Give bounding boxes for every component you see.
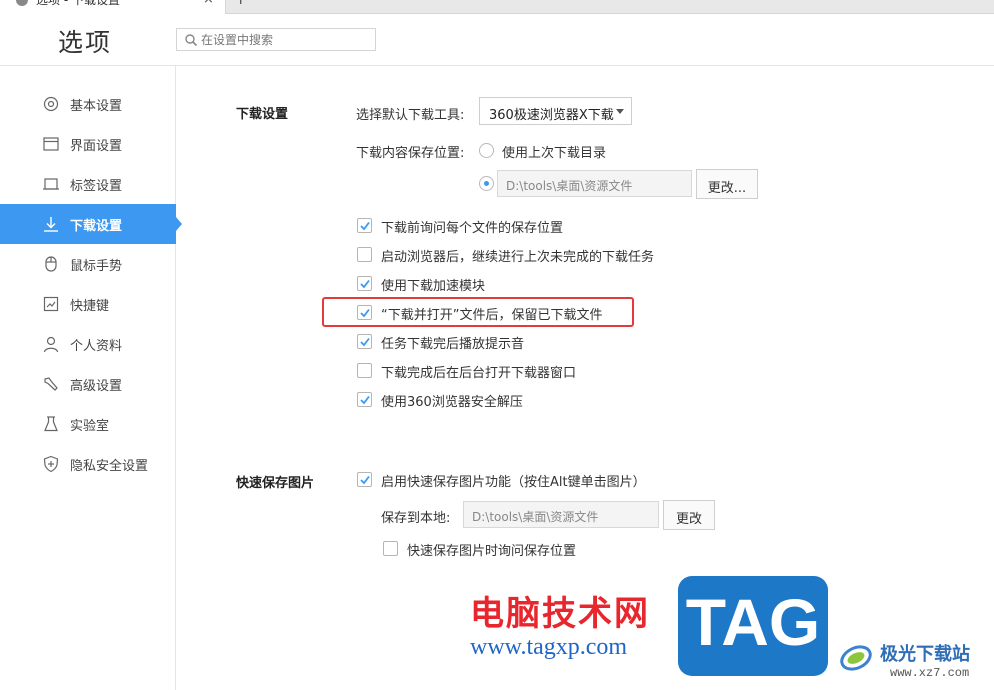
radio-last-dir[interactable] <box>479 143 494 158</box>
sidebar-item-label: 个人资料 <box>70 339 123 354</box>
checkbox-label: 任务下载完后播放提示音 <box>381 337 525 352</box>
quicksave-path-field[interactable]: D:\tools\桌面\资源文件 <box>463 501 659 528</box>
download-tool-select[interactable]: 360极速浏览器X下载 <box>479 97 632 125</box>
watermark-site-url: www.xz7.com <box>890 666 970 680</box>
checkbox-label: 使用下载加速模块 <box>381 279 486 294</box>
checkbox-label: 下载完成后在后台打开下载器窗口 <box>381 366 577 381</box>
quicksave-section-title: 快速保存图片 <box>236 476 315 491</box>
check-icon <box>360 475 370 485</box>
checkbox[interactable] <box>383 541 398 556</box>
highlight-box <box>322 297 634 327</box>
aurora-logo-icon <box>840 645 872 671</box>
watermark-site: 极光下载站 <box>880 644 970 665</box>
sidebar-item-download[interactable]: 下载设置 <box>0 204 182 244</box>
checkbox-label: 启用快速保存图片功能（按住Alt键单击图片） <box>381 475 646 490</box>
checkbox[interactable] <box>357 276 372 291</box>
change-path-button[interactable]: 更改... <box>696 169 758 199</box>
change-path-button-label: 更改... <box>707 181 747 196</box>
page-title: 选项 <box>58 28 113 57</box>
download-path-field[interactable]: D:\tools\桌面\资源文件 <box>497 170 692 197</box>
tab-icon <box>43 178 59 190</box>
sidebar-item-label: 标签设置 <box>70 179 123 194</box>
search-icon <box>185 34 198 47</box>
window-icon <box>43 137 59 151</box>
tab-title: 选项 - 下载设置 <box>36 0 120 7</box>
close-icon[interactable]: × <box>203 0 214 8</box>
checkbox-label: 快速保存图片时询问保存位置 <box>407 544 577 559</box>
quicksave-change-button[interactable]: 更改 <box>663 500 715 530</box>
sidebar-item-label: 隐私安全设置 <box>70 459 149 474</box>
sidebar-item-shortcuts[interactable]: 快捷键 <box>0 284 176 324</box>
header: 选项 <box>0 15 994 66</box>
wrench-icon <box>44 377 58 391</box>
sidebar-item-label: 鼠标手势 <box>70 259 123 274</box>
check-icon <box>360 221 370 231</box>
sidebar-item-mouse[interactable]: 鼠标手势 <box>0 244 176 284</box>
radio-last-dir-label: 使用上次下载目录 <box>502 146 607 161</box>
new-tab-button[interactable]: + <box>234 0 247 7</box>
checkbox[interactable] <box>357 218 372 233</box>
sidebar-item-label: 界面设置 <box>70 139 123 154</box>
checkbox[interactable] <box>357 392 372 407</box>
quicksave-change-button-label: 更改 <box>675 512 702 527</box>
gear-icon <box>43 96 59 112</box>
check-icon <box>360 337 370 347</box>
download-tool-value: 360极速浏览器X下载 <box>489 108 614 123</box>
keyboard-icon <box>43 296 59 312</box>
watermark-tag-text: TAG <box>685 585 821 659</box>
sidebar-item-interface[interactable]: 界面设置 <box>0 124 176 164</box>
sidebar-item-privacy[interactable]: 隐私安全设置 <box>0 444 176 484</box>
shield-icon <box>43 455 59 473</box>
sidebar-item-lab[interactable]: 实验室 <box>0 404 176 444</box>
mouse-icon <box>45 256 57 272</box>
download-section-title: 下载设置 <box>236 107 289 122</box>
sidebar-item-label: 实验室 <box>70 419 110 434</box>
radio-custom-dir[interactable] <box>479 176 494 191</box>
sidebar-item-label: 快捷键 <box>70 299 110 314</box>
checkbox-label: 启动浏览器后，继续进行上次未完成的下载任务 <box>381 250 655 265</box>
checkbox[interactable] <box>357 247 372 262</box>
sidebar-item-tabs[interactable]: 标签设置 <box>0 164 176 204</box>
checkbox-label: 下载前询问每个文件的保存位置 <box>381 221 564 236</box>
watermark-url: www.tagxp.com <box>470 634 628 660</box>
sidebar: 基本设置 界面设置 标签设置 下载设置 鼠标手势 快捷键 个人资料 高级设置 实… <box>0 66 182 690</box>
sidebar-item-label: 高级设置 <box>70 379 123 394</box>
sidebar-item-label: 下载设置 <box>70 219 123 234</box>
check-icon <box>360 395 370 405</box>
tab-strip: 选项 - 下载设置 × + <box>0 0 994 14</box>
watermark-text: 电脑技术网 <box>470 594 650 634</box>
checkbox[interactable] <box>357 363 372 378</box>
watermark-tag-logo: TAG <box>678 576 828 676</box>
check-icon <box>360 279 370 289</box>
checkbox[interactable] <box>357 472 372 487</box>
gear-icon <box>16 0 28 6</box>
search-input[interactable] <box>201 30 371 49</box>
download-icon <box>44 217 58 232</box>
sidebar-item-advanced[interactable]: 高级设置 <box>0 364 176 404</box>
download-path-value: D:\tools\桌面\资源文件 <box>506 179 633 193</box>
sidebar-item-profile[interactable]: 个人资料 <box>0 324 176 364</box>
sidebar-item-basic[interactable]: 基本设置 <box>0 84 176 124</box>
tab-options[interactable]: 选项 - 下载设置 × <box>0 0 226 14</box>
chevron-down-icon <box>616 109 624 114</box>
checkbox[interactable] <box>357 334 372 349</box>
sidebar-item-label: 基本设置 <box>70 99 123 114</box>
save-to-label: 保存到本地: <box>381 511 451 526</box>
download-tool-label: 选择默认下载工具: <box>356 108 465 123</box>
quicksave-path-value: D:\tools\桌面\资源文件 <box>472 510 599 524</box>
user-icon <box>43 336 59 353</box>
search-box[interactable] <box>176 28 376 51</box>
flask-icon <box>44 416 58 432</box>
save-location-label: 下载内容保存位置: <box>356 146 465 161</box>
checkbox-label: 使用360浏览器安全解压 <box>381 395 523 410</box>
